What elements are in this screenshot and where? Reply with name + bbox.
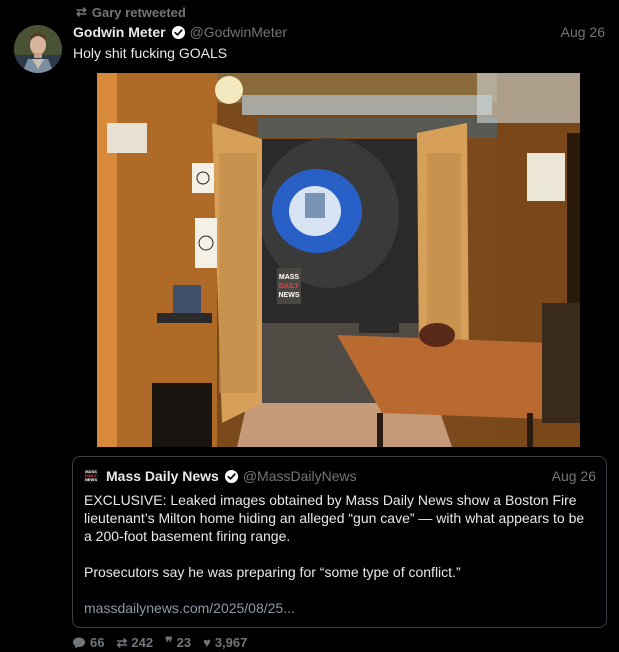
like-count: 3,967	[214, 635, 248, 650]
like-button[interactable]: ♥ 3,967	[203, 635, 247, 650]
quoted-paragraph-2: Prosecutors say he was preparing for “so…	[84, 564, 461, 580]
mass-daily-news-logo-icon[interactable]: MASS DAILY NEWS	[84, 469, 98, 483]
tweet-header: Godwin Meter @GodwinMeter Aug 26	[73, 22, 605, 42]
quoted-tweet-text: EXCLUSIVE: Leaked images obtained by Mas…	[84, 491, 594, 581]
quoted-author-name[interactable]: Mass Daily News	[106, 468, 219, 484]
quoted-tweet-date[interactable]: Aug 26	[552, 468, 596, 484]
author-handle[interactable]: @GodwinMeter	[190, 24, 287, 40]
tweet-actions: 66 ⇄ 242 ❞ 23 ♥ 3,967	[72, 634, 247, 651]
retweet-icon: ⇄	[116, 634, 128, 650]
author-name[interactable]: Godwin Meter	[73, 24, 166, 40]
reply-count: 66	[90, 635, 105, 650]
tweet-date[interactable]: Aug 26	[561, 24, 605, 40]
verified-badge-icon	[171, 25, 185, 39]
reply-button[interactable]: 66	[72, 635, 104, 650]
heart-icon: ♥	[203, 635, 211, 650]
tweet-text: Holy shit fucking GOALS	[73, 45, 228, 61]
quote-button[interactable]: ❞ 23	[165, 634, 191, 651]
quoted-author-handle[interactable]: @MassDailyNews	[243, 468, 357, 484]
quote-icon: ❞	[165, 634, 173, 650]
retweet-count: 242	[131, 635, 154, 650]
quoted-tweet[interactable]: MASS DAILY NEWS Mass Daily News @MassDai…	[72, 456, 607, 628]
quote-count: 23	[176, 635, 192, 650]
reply-icon	[73, 637, 85, 648]
logo-line-3: NEWS	[85, 477, 97, 482]
tweet-photo[interactable]: MASS DAILY NEWS	[97, 73, 580, 447]
quoted-tweet-header: MASS DAILY NEWS Mass Daily News @MassDai…	[84, 466, 596, 486]
retweet-button[interactable]: ⇄ 242	[116, 635, 153, 651]
watermark-line-3: NEWS	[279, 292, 300, 299]
avatar[interactable]	[14, 25, 62, 73]
quoted-link[interactable]: massdailynews.com/2025/08/25...	[84, 600, 295, 616]
quoted-paragraph-1: EXCLUSIVE: Leaked images obtained by Mas…	[84, 492, 585, 544]
watermark-line-2: DAILY	[279, 283, 300, 290]
retweet-icon: ⇄	[76, 4, 87, 19]
watermark-line-1: MASS	[279, 274, 300, 281]
retweet-label: Gary retweeted	[91, 4, 186, 20]
verified-badge-icon	[224, 469, 238, 483]
retweet-indicator[interactable]: ⇄ Gary retweeted	[76, 4, 186, 20]
